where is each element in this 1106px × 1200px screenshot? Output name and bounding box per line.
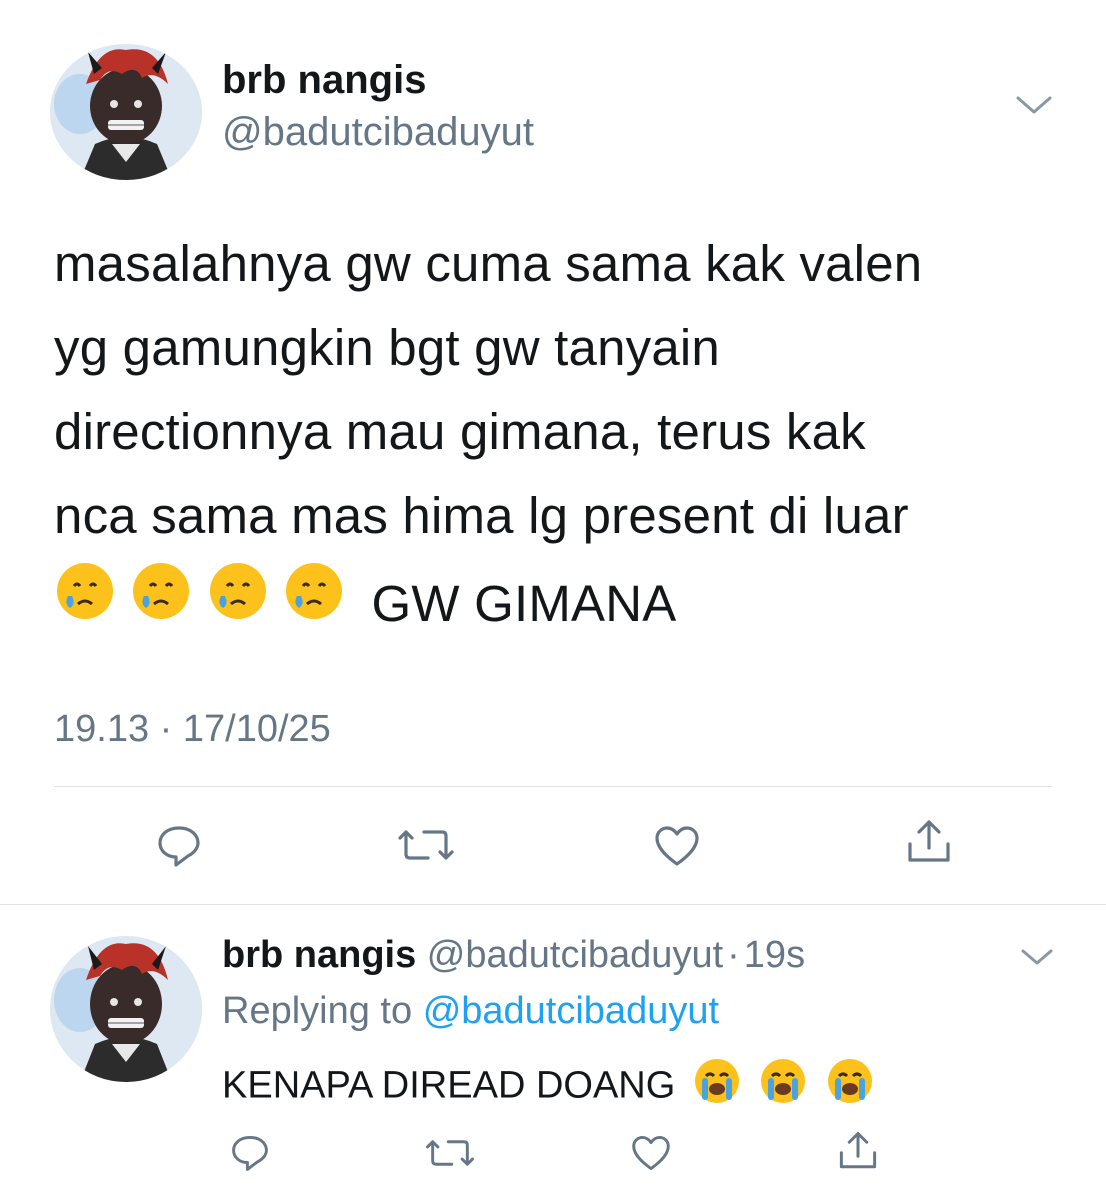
user-handle[interactable]: @badutcibaduyut bbox=[222, 110, 534, 155]
chevron-down-icon[interactable] bbox=[1020, 946, 1054, 968]
crying-face-emoji bbox=[130, 560, 192, 647]
reply-icon[interactable] bbox=[156, 824, 202, 868]
divider bbox=[0, 904, 1106, 905]
tweet-line: yg gamungkin bgt gw tanyain bbox=[54, 319, 720, 376]
crying-face-emoji bbox=[283, 560, 345, 647]
avatar[interactable] bbox=[50, 44, 202, 180]
user-handle[interactable]: @badutcibaduyut bbox=[427, 934, 723, 976]
tweet-age: 19s bbox=[743, 934, 806, 976]
divider bbox=[54, 786, 1052, 787]
replying-to: Replying to @badutcibaduyut bbox=[222, 990, 719, 1033]
display-name[interactable]: brb nangis bbox=[222, 58, 426, 103]
separator-dot: · bbox=[727, 934, 740, 976]
tweet-line: masalahnya gw cuma sama kak valen bbox=[54, 235, 923, 292]
reply-body: KENAPA DIREAD DOANG bbox=[222, 1056, 875, 1116]
retweet-icon[interactable] bbox=[396, 824, 456, 866]
crying-face-emoji bbox=[54, 560, 116, 647]
avatar[interactable] bbox=[50, 936, 202, 1082]
tweet-line-last: GW GIMANA bbox=[54, 558, 1064, 647]
heart-icon[interactable] bbox=[630, 1134, 672, 1172]
tweet-line-text: GW GIMANA bbox=[371, 574, 677, 632]
share-icon[interactable] bbox=[904, 818, 954, 866]
retweet-icon[interactable] bbox=[424, 1134, 476, 1172]
replying-to-label: Replying to bbox=[222, 990, 413, 1032]
tweet-line: directionnya mau gimana, terus kak bbox=[54, 403, 866, 460]
crying-face-emoji bbox=[207, 560, 269, 647]
loudly-crying-face-emoji bbox=[825, 1056, 875, 1116]
loudly-crying-face-emoji bbox=[758, 1056, 808, 1116]
tweet-line: nca sama mas hima lg present di luar bbox=[54, 487, 909, 544]
tweet-body: masalahnya gw cuma sama kak valen yg gam… bbox=[54, 222, 1064, 647]
heart-icon[interactable] bbox=[653, 824, 701, 868]
reply-header: brb nangis @badutcibaduyut · 19s bbox=[222, 934, 805, 977]
chevron-down-icon[interactable] bbox=[1014, 92, 1054, 118]
reply-icon[interactable] bbox=[230, 1134, 270, 1172]
share-icon[interactable] bbox=[836, 1130, 880, 1172]
tweet-timestamp[interactable]: 19.13 · 17/10/25 bbox=[54, 708, 331, 751]
reply-text: KENAPA DIREAD DOANG bbox=[222, 1064, 676, 1107]
display-name[interactable]: brb nangis bbox=[222, 934, 416, 976]
loudly-crying-face-emoji bbox=[692, 1056, 742, 1116]
replying-to-link[interactable]: @badutcibaduyut bbox=[423, 990, 719, 1032]
